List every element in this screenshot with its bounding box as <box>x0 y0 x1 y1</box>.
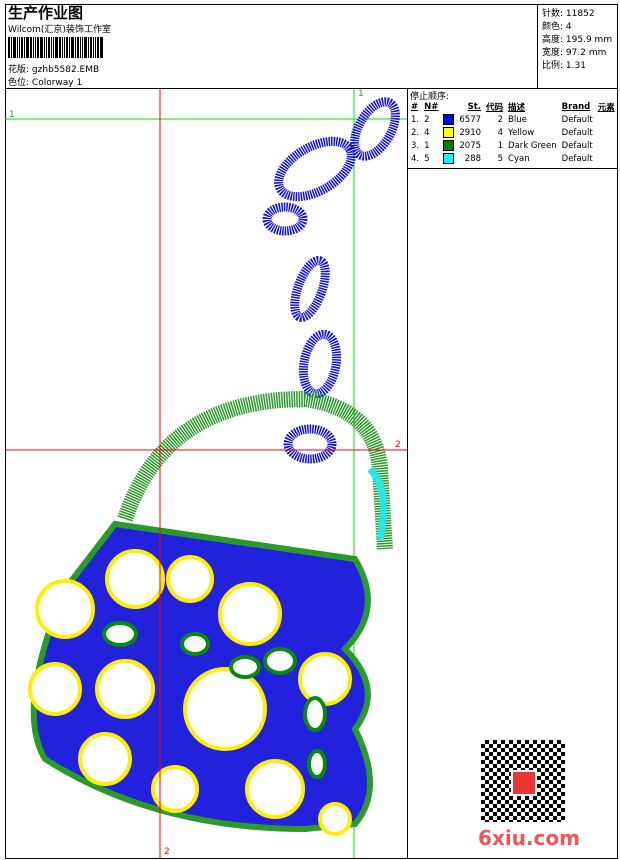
row-description: Cyan <box>508 153 530 164</box>
row-brand: Default <box>561 140 593 151</box>
page-title: 生产作业图 <box>8 4 84 22</box>
col-needle: N# <box>424 101 439 112</box>
color-swatch <box>443 140 455 151</box>
row-brand: Default <box>561 127 593 138</box>
watermark: 6xiu.com <box>478 826 580 850</box>
barcode <box>8 37 150 58</box>
row-index: 2. <box>411 127 420 138</box>
guide-label: 2 <box>395 440 401 450</box>
stat-width: 宽度: 97.2 mm <box>542 48 607 58</box>
color-swatch <box>443 114 455 125</box>
guide-label: 1 <box>9 110 15 120</box>
row-stitches: 288 <box>464 153 482 164</box>
row-stitches: 6577 <box>459 114 482 125</box>
row-needle: 5 <box>424 153 430 164</box>
row-needle: 2 <box>424 114 430 125</box>
guide-label: 1 <box>358 89 364 99</box>
stop-row: 1. 2 6577 2 Blue Default <box>409 113 618 126</box>
row-code: 4 <box>497 127 504 138</box>
row-code: 2 <box>497 114 504 125</box>
row-brand: Default <box>561 153 593 164</box>
stop-sequence-table: # N# St. 代码 描述 Brand 元素 1. 2 6577 2 Blue Defa… <box>409 100 618 165</box>
row-index: 4. <box>411 153 420 164</box>
design-canvas <box>5 89 407 858</box>
row-description: Yellow <box>508 127 535 138</box>
row-needle: 4 <box>424 127 430 138</box>
col-code: 代码 <box>486 102 504 113</box>
stat-height: 高度: 195.9 mm <box>542 35 613 45</box>
col-index: # <box>411 101 419 112</box>
col-description: 描述 <box>508 102 526 113</box>
col-stitches: St. <box>467 101 482 112</box>
stop-row: 3. 1 2075 1 Dark Green Default <box>409 139 618 152</box>
guide-label: 2 <box>164 847 170 857</box>
color-swatch <box>443 127 455 138</box>
row-description: Blue <box>508 114 527 125</box>
design-file: 花版: gzhb5582.EMB <box>8 65 100 75</box>
row-index: 3. <box>411 140 420 151</box>
row-description: Dark Green <box>508 140 557 151</box>
row-stitches: 2075 <box>459 140 482 151</box>
production-worksheet: 生产作业图 Wilcom(汇京)装饰工作室 花版: gzhb5582.EMB 色… <box>0 0 620 860</box>
row-stitches: 2910 <box>459 127 482 138</box>
qr-logo <box>511 770 537 796</box>
stop-row: 2. 4 2910 4 Yellow Default <box>409 126 618 139</box>
row-index: 1. <box>411 114 420 125</box>
qr-code <box>481 740 565 822</box>
stat-scale: 比例: 1.31 <box>542 61 586 71</box>
company-name: Wilcom(汇京)装饰工作室 <box>8 25 111 35</box>
row-brand: Default <box>561 114 593 125</box>
handle <box>117 390 393 550</box>
row-needle: 1 <box>424 140 430 151</box>
stat-colors: 颜色: 4 <box>542 22 572 32</box>
color-swatch <box>443 153 455 164</box>
stat-stitches: 针数: 11852 <box>542 9 595 19</box>
col-element: 元素 <box>597 102 615 113</box>
row-code: 5 <box>497 153 504 164</box>
stop-row: 4. 5 288 5 Cyan Default <box>409 152 618 165</box>
colorway: 色位: Colorway 1 <box>8 78 83 88</box>
row-code: 1 <box>497 140 504 151</box>
col-brand: Brand <box>561 101 591 112</box>
